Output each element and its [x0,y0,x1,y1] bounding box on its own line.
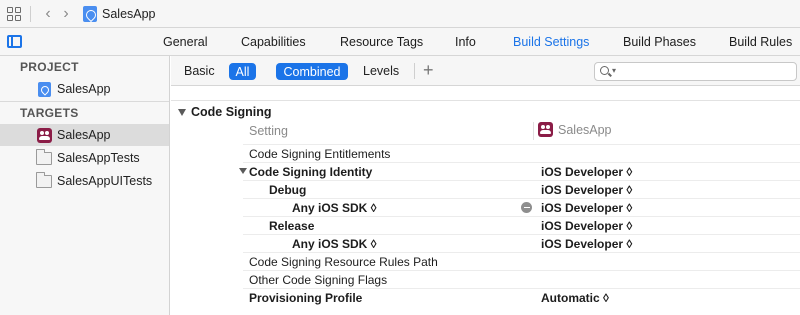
search-field[interactable]: ▾ [594,62,797,81]
divider [533,122,534,140]
project-header: PROJECT [20,60,79,74]
chevron-down-icon: ▾ [612,66,617,75]
section-title: Code Signing [191,105,272,119]
setting-row[interactable]: Any iOS SDK ◊ iOS Developer ◊ [243,198,800,216]
setting-row[interactable]: Provisioning Profile Automatic ◊ [243,288,800,306]
setting-row[interactable]: Debug iOS Developer ◊ [243,180,800,198]
tab-build-rules[interactable]: Build Rules [729,35,792,49]
setting-value-popup[interactable]: iOS Developer ◊ [541,219,632,233]
setting-row[interactable]: Code Signing Identity iOS Developer ◊ [239,162,800,180]
sidebar-item-label: SalesApp [57,128,111,142]
setting-row[interactable]: Any iOS SDK ◊ iOS Developer ◊ [243,234,800,252]
breadcrumb[interactable]: SalesApp [83,5,156,22]
disclosure-triangle-icon[interactable] [178,108,186,116]
disclosure-triangle-icon[interactable] [239,168,247,174]
breadcrumb-title: SalesApp [102,6,156,21]
test-bundle-icon [36,171,52,188]
sidebar-item-label: SalesAppUITests [57,174,153,188]
related-items-icon[interactable] [6,6,22,22]
project-icon [38,81,51,97]
sidebar-item-label: SalesAppTests [57,151,140,165]
setting-value-popup[interactable]: iOS Developer ◊ [541,183,632,197]
sidebar-item-project[interactable]: SalesApp [0,78,169,100]
sdk-condition-popup[interactable]: Any iOS SDK ◊ [292,237,377,251]
build-settings-table: Code Signing Setting SalesApp Code Signi… [171,86,800,315]
jump-bar: ‹ › SalesApp [0,0,800,28]
setting-name: Code Signing Resource Rules Path [249,255,438,269]
setting-name: Debug [269,183,307,197]
forward-arrow-icon[interactable]: › [57,4,75,24]
divider [171,100,800,101]
section-header[interactable]: Code Signing [178,105,272,119]
target-column-header: SalesApp [538,122,612,137]
setting-name: Code Signing Entitlements [249,147,391,161]
tab-general[interactable]: General [163,35,207,49]
tab-resource-tags[interactable]: Resource Tags [340,35,423,49]
setting-value-popup[interactable]: iOS Developer ◊ [541,201,632,215]
sidebar-item-target-uitests[interactable]: SalesAppUITests [0,170,169,192]
sdk-condition-popup[interactable]: Any iOS SDK ◊ [292,201,377,215]
sidebar-item-label: SalesApp [57,82,111,96]
tab-build-settings[interactable]: Build Settings [513,35,589,49]
tab-build-phases[interactable]: Build Phases [623,35,696,49]
setting-row[interactable]: Code Signing Resource Rules Path [243,252,800,270]
remove-condition-icon[interactable] [521,202,532,213]
setting-name: Other Code Signing Flags [249,273,388,287]
setting-name: Release [269,219,315,233]
app-target-icon [538,122,553,137]
setting-row[interactable]: Release iOS Developer ◊ [243,216,800,234]
test-bundle-icon [36,148,52,165]
setting-column-header: Setting [249,124,288,138]
filter-combined-button[interactable]: Combined [276,63,348,80]
setting-name: Provisioning Profile [249,291,363,305]
filter-all-button[interactable]: All [229,63,256,80]
back-arrow-icon[interactable]: ‹ [39,4,57,24]
sidebar-toggle-icon[interactable] [7,35,22,48]
divider [30,5,31,22]
build-settings-filter-bar: Basic All Combined Levels + ▾ [171,56,800,86]
add-setting-button[interactable]: + [423,61,434,79]
targets-header: TARGETS [20,106,79,120]
project-file-icon [83,5,97,22]
sidebar-item-target-salesapp[interactable]: SalesApp [0,124,169,146]
setting-row[interactable]: Code Signing Entitlements [243,144,800,162]
sidebar-item-target-tests[interactable]: SalesAppTests [0,147,169,169]
app-target-icon [37,127,52,143]
setting-value-popup[interactable]: iOS Developer ◊ [541,165,632,179]
setting-value-popup[interactable]: iOS Developer ◊ [541,237,632,251]
divider [0,101,169,102]
divider [414,63,415,79]
setting-name: Code Signing Identity [249,165,373,179]
tab-capabilities[interactable]: Capabilities [241,35,306,49]
filter-levels-button[interactable]: Levels [363,64,399,78]
setting-value-popup[interactable]: Automatic ◊ [541,291,609,305]
project-navigator: PROJECT SalesApp TARGETS SalesApp SalesA… [0,56,170,315]
filter-basic-button[interactable]: Basic [184,64,215,78]
tab-info[interactable]: Info [455,35,476,49]
setting-row[interactable]: Other Code Signing Flags [243,270,800,288]
editor-tab-bar: General Capabilities Resource Tags Info … [0,28,800,56]
search-icon [600,66,609,75]
